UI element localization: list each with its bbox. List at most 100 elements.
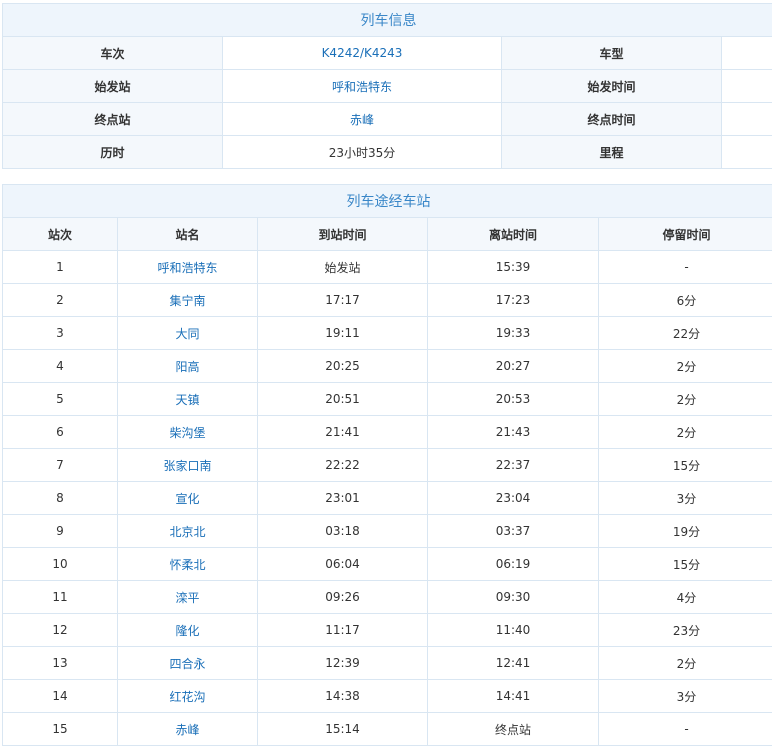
- stay-time-cell: 2分: [598, 415, 772, 449]
- arrive-time-cell: 17:17: [257, 283, 428, 317]
- station-name-link[interactable]: 张家口南: [117, 448, 258, 482]
- header-stop-no: 站次: [2, 217, 118, 251]
- stay-time-cell: -: [598, 250, 772, 284]
- table-row: 6 柴沟堡 21:41 21:43 2分: [2, 415, 772, 449]
- station-name-link[interactable]: 滦平: [117, 580, 258, 614]
- arrive-time-cell: 始发站: [257, 250, 428, 284]
- train-type-label: 车型: [501, 36, 722, 70]
- station-name-link[interactable]: 大同: [117, 316, 258, 350]
- header-depart-time: 离站时间: [427, 217, 599, 251]
- table-row: 7 张家口南 22:22 22:37 15分: [2, 448, 772, 482]
- depart-time-cell: 12:41: [427, 646, 599, 680]
- arrive-time-cell: 03:18: [257, 514, 428, 548]
- train-number-value[interactable]: K4242/K4243: [222, 36, 502, 70]
- terminal-station-label: 终点站: [2, 102, 223, 136]
- stop-no-cell: 1: [2, 250, 118, 284]
- station-name-link[interactable]: 四合永: [117, 646, 258, 680]
- terminal-station-value[interactable]: 赤峰: [222, 102, 502, 136]
- arrive-time-cell: 06:04: [257, 547, 428, 581]
- stay-time-cell: 6分: [598, 283, 772, 317]
- table-row: 13 四合永 12:39 12:41 2分: [2, 646, 772, 680]
- depart-time-cell: 15:39: [427, 250, 599, 284]
- station-name-link[interactable]: 阳高: [117, 349, 258, 383]
- arrive-time-cell: 22:22: [257, 448, 428, 482]
- origin-station-label: 始发站: [2, 69, 223, 103]
- train-info-title-row: 列车信息: [2, 3, 772, 37]
- stay-time-cell: 3分: [598, 481, 772, 515]
- stop-no-cell: 5: [2, 382, 118, 416]
- origin-station-value[interactable]: 呼和浩特东: [222, 69, 502, 103]
- station-name-link[interactable]: 天镇: [117, 382, 258, 416]
- station-name-link[interactable]: 呼和浩特东: [117, 250, 258, 284]
- table-row: 3 大同 19:11 19:33 22分: [2, 316, 772, 350]
- table-row: 10 怀柔北 06:04 06:19 15分: [2, 547, 772, 581]
- station-name-link[interactable]: 红花沟: [117, 679, 258, 713]
- station-name-link[interactable]: 赤峰: [117, 712, 258, 746]
- depart-time-cell: 20:27: [427, 349, 599, 383]
- train-info-row: 始发站 呼和浩特东 始发时间: [2, 69, 772, 103]
- stops-title-row: 列车途经车站: [2, 184, 772, 218]
- table-row: 15 赤峰 15:14 终点站 -: [2, 712, 772, 746]
- depart-time-cell: 19:33: [427, 316, 599, 350]
- header-arrive-time: 到站时间: [257, 217, 428, 251]
- stop-no-cell: 10: [2, 547, 118, 581]
- depart-time-cell: 17:23: [427, 283, 599, 317]
- arrive-time-cell: 20:51: [257, 382, 428, 416]
- stay-time-cell: 2分: [598, 646, 772, 680]
- header-stay-time: 停留时间: [598, 217, 772, 251]
- stay-time-cell: 22分: [598, 316, 772, 350]
- header-station-name: 站名: [117, 217, 258, 251]
- depart-time-cell: 06:19: [427, 547, 599, 581]
- stop-no-cell: 2: [2, 283, 118, 317]
- depart-time-cell: 23:04: [427, 481, 599, 515]
- depart-time-cell: 03:37: [427, 514, 599, 548]
- stay-time-cell: 2分: [598, 349, 772, 383]
- arrive-time-cell: 09:26: [257, 580, 428, 614]
- depart-time-cell: 14:41: [427, 679, 599, 713]
- stay-time-cell: 2分: [598, 382, 772, 416]
- table-row: 11 滦平 09:26 09:30 4分: [2, 580, 772, 614]
- stop-no-cell: 12: [2, 613, 118, 647]
- station-name-link[interactable]: 北京北: [117, 514, 258, 548]
- table-row: 9 北京北 03:18 03:37 19分: [2, 514, 772, 548]
- stop-no-cell: 4: [2, 349, 118, 383]
- station-name-link[interactable]: 怀柔北: [117, 547, 258, 581]
- arrive-time-cell: 14:38: [257, 679, 428, 713]
- depart-time-cell: 11:40: [427, 613, 599, 647]
- depart-time-cell: 21:43: [427, 415, 599, 449]
- table-row: 4 阳高 20:25 20:27 2分: [2, 349, 772, 383]
- arrive-time-cell: 15:14: [257, 712, 428, 746]
- station-name-link[interactable]: 柴沟堡: [117, 415, 258, 449]
- arrive-time-cell: 20:25: [257, 349, 428, 383]
- stay-time-cell: -: [598, 712, 772, 746]
- train-number-label: 车次: [2, 36, 223, 70]
- stop-no-cell: 6: [2, 415, 118, 449]
- station-name-link[interactable]: 隆化: [117, 613, 258, 647]
- origin-time-label: 始发时间: [501, 69, 722, 103]
- train-info-row: 终点站 赤峰 终点时间: [2, 102, 772, 136]
- stay-time-cell: 23分: [598, 613, 772, 647]
- arrive-time-cell: 21:41: [257, 415, 428, 449]
- duration-value: 23小时35分: [222, 135, 502, 169]
- terminal-time-label: 终点时间: [501, 102, 722, 136]
- stay-time-cell: 15分: [598, 547, 772, 581]
- train-type-value: [721, 36, 772, 70]
- origin-time-value: [721, 69, 772, 103]
- table-row: 12 隆化 11:17 11:40 23分: [2, 613, 772, 647]
- station-name-link[interactable]: 集宁南: [117, 283, 258, 317]
- table-row: 1 呼和浩特东 始发站 15:39-: [2, 250, 772, 284]
- stop-no-cell: 3: [2, 316, 118, 350]
- stop-no-cell: 8: [2, 481, 118, 515]
- mileage-value: [721, 135, 772, 169]
- stay-time-cell: 4分: [598, 580, 772, 614]
- train-info-row: 历时 23小时35分 里程: [2, 135, 772, 169]
- depart-time-cell: 20:53: [427, 382, 599, 416]
- depart-time-cell: 终点站: [427, 712, 599, 746]
- station-name-link[interactable]: 宣化: [117, 481, 258, 515]
- stops-table: 列车途经车站 站次 站名 到站时间 离站时间 停留时间 1 呼和浩特东 始发站 15:…: [2, 184, 772, 746]
- train-info-title: 列车信息: [2, 3, 772, 37]
- table-row: 14 红花沟 14:38 14:41 3分: [2, 679, 772, 713]
- duration-label: 历时: [2, 135, 223, 169]
- stay-time-cell: 3分: [598, 679, 772, 713]
- table-row: 8 宣化 23:01 23:04 3分: [2, 481, 772, 515]
